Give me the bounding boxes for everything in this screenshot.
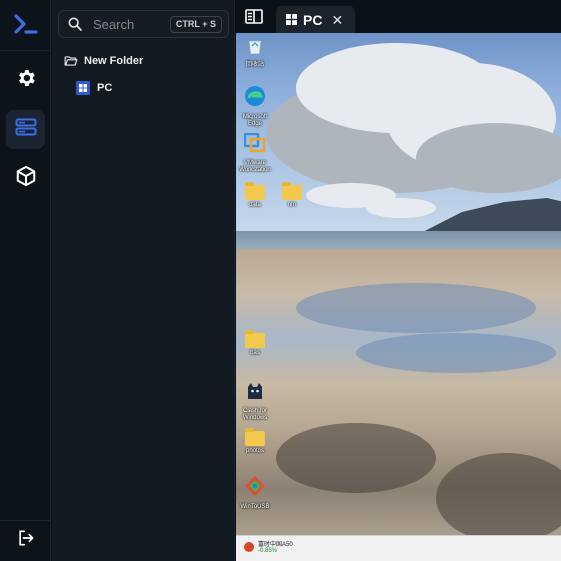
wallpaper-sea <box>236 231 561 251</box>
settings-button[interactable] <box>6 61 45 100</box>
desktop-icon-label: data <box>249 202 261 208</box>
packages-button[interactable] <box>6 159 45 198</box>
cat-icon <box>245 381 265 406</box>
recycle-bin-icon <box>247 37 263 60</box>
tree-host-pc[interactable]: PC <box>52 76 235 100</box>
desktop-icon-edge[interactable]: Microsoft Edge <box>236 85 274 128</box>
wallpaper-dark-sand <box>276 423 436 493</box>
search-shortcut-badge: CTRL + S <box>169 16 222 33</box>
folder-icon <box>245 428 265 446</box>
desktop-icon-clash[interactable]: Clash for Windows <box>236 381 274 422</box>
desktop-icon-label: bas <box>250 350 260 356</box>
desktop-icon-vmware[interactable]: VMware Workstation <box>236 132 274 174</box>
stock-widget-title: 富时中国A50 <box>258 542 293 548</box>
tree-host-label: PC <box>97 82 113 94</box>
tree-folder-label: New Folder <box>84 55 144 67</box>
folder-icon <box>282 182 302 200</box>
desktop-icon-wintousb[interactable]: WinToUSB <box>236 475 274 511</box>
desktop-icon-label: Microsoft Edge <box>242 114 268 127</box>
tab-label: PC <box>303 11 323 28</box>
close-icon[interactable]: ✕ <box>331 13 343 27</box>
vmware-icon <box>243 132 266 158</box>
wallpaper-cloud <box>366 198 436 218</box>
windows-icon <box>286 14 297 25</box>
folder-open-icon <box>64 55 78 67</box>
cube-icon <box>15 165 37 192</box>
folder-icon <box>245 330 265 348</box>
host-sidebar: Search CTRL + S New Folder PC <box>52 0 235 561</box>
desktop-icon-label: WinToUSB <box>240 504 270 510</box>
desktop-icon-label: photos <box>245 448 264 454</box>
rail-divider <box>0 50 51 51</box>
remote-taskbar: 富时中国A50 -0.85% <box>236 535 561 561</box>
tab-pc[interactable]: PC ✕ <box>276 6 355 33</box>
app-window: Search CTRL + S New Folder PC PC ✕ 回收站 M… <box>0 0 561 561</box>
stock-widget-icon[interactable] <box>244 542 254 552</box>
tab-bar: PC ✕ <box>236 0 561 33</box>
logout-button[interactable] <box>6 521 45 560</box>
desktop-icon-label: 回收站 <box>245 62 264 68</box>
desktop-icon-nm[interactable]: nm <box>273 182 311 209</box>
remote-desktop-viewport[interactable]: 回收站 Microsoft Edge VMware Workstation da… <box>236 33 561 561</box>
wallpaper-reflection <box>356 333 556 373</box>
folder-icon <box>245 182 265 200</box>
stock-widget-change: -0.85% <box>258 548 278 554</box>
edge-icon <box>244 85 266 112</box>
toggle-sidebar-button[interactable] <box>245 9 263 29</box>
server-icon <box>15 118 37 141</box>
search-icon <box>67 16 83 37</box>
desktop-icon-photos[interactable]: photos <box>236 428 274 455</box>
logout-icon <box>16 528 36 553</box>
desktop-icon-label: Clash for Windows <box>242 408 268 421</box>
terminal-logo-icon[interactable] <box>6 4 45 43</box>
app-icon <box>244 475 266 502</box>
desktop-icon-recycle-bin[interactable]: 回收站 <box>236 37 274 69</box>
desktop-icon-label: VMware Workstation <box>239 160 271 173</box>
wallpaper-reflection <box>296 283 536 333</box>
gear-icon <box>15 67 37 94</box>
windows-icon <box>76 81 90 95</box>
desktop-icon-bas[interactable]: bas <box>236 330 274 357</box>
tree-folder-new-folder[interactable]: New Folder <box>52 49 235 73</box>
search-placeholder: Search <box>93 17 135 32</box>
desktop-icon-label: nm <box>287 202 297 208</box>
hosts-button[interactable] <box>6 110 45 149</box>
desktop-icon-data[interactable]: data <box>236 182 274 209</box>
search-input[interactable]: Search CTRL + S <box>58 10 229 38</box>
icon-rail <box>0 0 51 561</box>
